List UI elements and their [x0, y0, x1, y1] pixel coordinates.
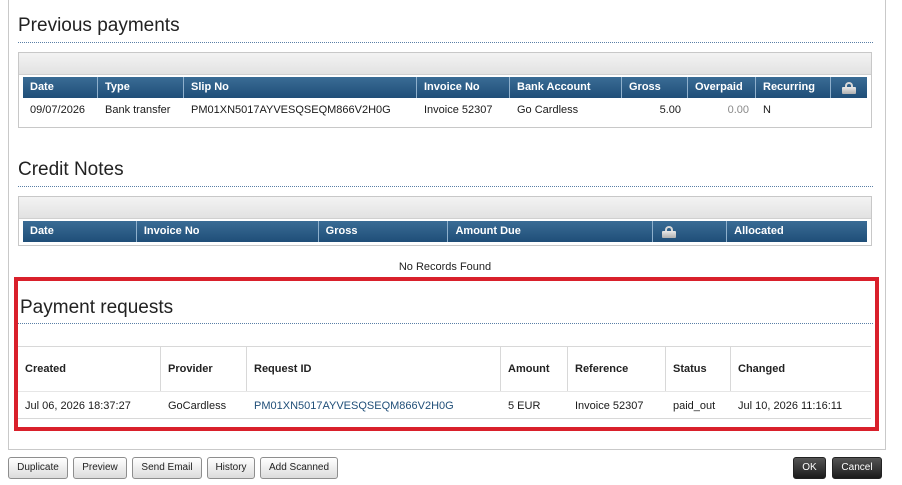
- add-scanned-button[interactable]: Add Scanned: [260, 457, 338, 479]
- col-gross[interactable]: Gross: [622, 77, 688, 98]
- col-slip-no[interactable]: Slip No: [184, 77, 417, 98]
- no-records-message: No Records Found: [398, 261, 492, 273]
- cell-invoice-no: Invoice 52307: [424, 104, 493, 116]
- payment-requests-table: Created Provider Request ID Amount Refer…: [18, 346, 871, 419]
- grid-toolbar: [19, 53, 871, 75]
- col-amount-due[interactable]: Amount Due: [448, 221, 654, 242]
- col-changed[interactable]: Changed: [731, 347, 871, 391]
- ok-button[interactable]: OK: [793, 457, 826, 479]
- payment-requests-header: Created Provider Request ID Amount Refer…: [18, 347, 871, 391]
- lock-icon: [842, 82, 856, 94]
- preview-button[interactable]: Preview: [73, 457, 127, 479]
- section-divider: [18, 186, 873, 187]
- col-lock[interactable]: [831, 77, 867, 98]
- payment-requests-title: Payment requests: [20, 297, 174, 318]
- cell-amount: 5 EUR: [501, 391, 568, 419]
- col-recurring[interactable]: Recurring: [756, 77, 831, 98]
- col-created[interactable]: Created: [18, 347, 161, 391]
- credit-notes-header: Date Invoice No Gross Amount Due Allocat…: [23, 221, 867, 242]
- col-provider[interactable]: Provider: [161, 347, 247, 391]
- col-type[interactable]: Type: [98, 77, 184, 98]
- cell-date: 09/07/2026: [30, 104, 86, 116]
- credit-notes-title: Credit Notes: [18, 159, 124, 180]
- col-allocated[interactable]: Allocated: [727, 221, 867, 242]
- cell-gross: 5.00: [659, 104, 681, 116]
- col-lock[interactable]: [653, 221, 728, 242]
- send-email-button[interactable]: Send Email: [132, 457, 202, 479]
- credit-notes-grid: Date Invoice No Gross Amount Due Allocat…: [18, 196, 872, 246]
- cell-overpaid: 0.00: [727, 104, 749, 116]
- request-id-link[interactable]: PM01XN5017AYVESQSEQM866V2H0G: [247, 391, 501, 419]
- col-status[interactable]: Status: [666, 347, 731, 391]
- cell-status: paid_out: [666, 391, 731, 419]
- grid-toolbar: [19, 197, 871, 219]
- col-invoice-no[interactable]: Invoice No: [137, 221, 319, 242]
- cell-created: Jul 06, 2026 18:37:27: [18, 391, 161, 419]
- cell-slip-no: PM01XN5017AYVESQSEQM866V2H0G: [191, 104, 391, 116]
- col-gross[interactable]: Gross: [319, 221, 449, 242]
- cancel-button[interactable]: Cancel: [832, 457, 882, 479]
- lock-icon: [662, 226, 677, 238]
- footer-toolbar: Duplicate Preview Send Email History Add…: [0, 452, 902, 485]
- table-row[interactable]: Jul 06, 2026 18:37:27 GoCardless PM01XN5…: [18, 391, 871, 419]
- history-button[interactable]: History: [207, 457, 255, 479]
- previous-payments-title: Previous payments: [18, 15, 180, 36]
- previous-payments-grid: Date Type Slip No Invoice No Bank Accoun…: [18, 52, 872, 128]
- col-date[interactable]: Date: [23, 77, 98, 98]
- cell-bank-account: Go Cardless: [517, 104, 579, 116]
- section-divider: [18, 42, 873, 43]
- cell-changed: Jul 10, 2026 11:16:11: [731, 391, 871, 419]
- duplicate-button[interactable]: Duplicate: [8, 457, 68, 479]
- cell-provider: GoCardless: [161, 391, 247, 419]
- table-row[interactable]: 09/07/2026 Bank transfer PM01XN5017AYVES…: [23, 98, 867, 122]
- col-request-id[interactable]: Request ID: [247, 347, 501, 391]
- col-bank-account[interactable]: Bank Account: [510, 77, 622, 98]
- col-invoice-no[interactable]: Invoice No: [417, 77, 510, 98]
- cell-type: Bank transfer: [105, 104, 171, 116]
- col-reference[interactable]: Reference: [568, 347, 666, 391]
- col-date[interactable]: Date: [23, 221, 137, 242]
- section-divider: [18, 323, 873, 324]
- col-amount[interactable]: Amount: [501, 347, 568, 391]
- cell-recurring: N: [763, 104, 771, 116]
- cell-reference: Invoice 52307: [568, 391, 666, 419]
- previous-payments-header: Date Type Slip No Invoice No Bank Accoun…: [23, 77, 867, 98]
- col-overpaid[interactable]: Overpaid: [688, 77, 756, 98]
